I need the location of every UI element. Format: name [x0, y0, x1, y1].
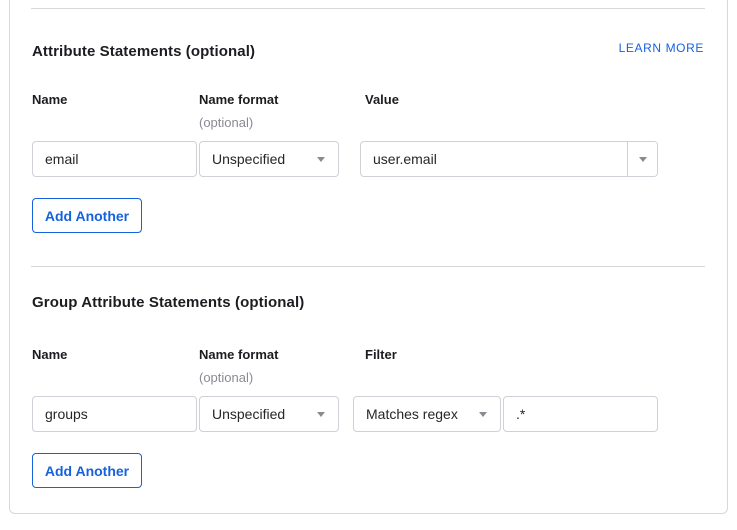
group-attribute-statements-title: Group Attribute Statements (optional): [32, 294, 304, 311]
column-header-name: Name: [32, 92, 67, 107]
learn-more-link[interactable]: LEARN MORE: [598, 41, 704, 55]
group-filter-type-selected-value: Matches regex: [366, 406, 458, 422]
chevron-down-icon: [317, 157, 325, 162]
group-attribute-name-input[interactable]: [32, 396, 197, 432]
attribute-name-input[interactable]: [32, 141, 197, 177]
attribute-value-combobox: [360, 141, 658, 177]
chevron-down-icon: [639, 157, 647, 162]
name-format-optional-note: (optional): [199, 115, 253, 130]
attribute-name-format-selected-value: Unspecified: [212, 151, 285, 167]
section-divider-top: [31, 8, 705, 9]
group-column-header-name: Name: [32, 347, 67, 362]
group-filter-type-select[interactable]: Matches regex: [353, 396, 501, 432]
group-attribute-name-format-selected-value: Unspecified: [212, 406, 285, 422]
group-attribute-name-format-select[interactable]: Unspecified: [199, 396, 339, 432]
add-another-group-attribute-button[interactable]: Add Another: [32, 453, 142, 488]
chevron-down-icon: [479, 412, 487, 417]
attribute-name-format-select[interactable]: Unspecified: [199, 141, 339, 177]
settings-card: [9, 0, 728, 514]
column-header-name-format: Name format: [199, 92, 278, 107]
attribute-value-dropdown-button[interactable]: [627, 142, 657, 176]
attribute-value-input[interactable]: [361, 142, 627, 176]
column-header-value: Value: [365, 92, 399, 107]
saml-settings-panel: Attribute Statements (optional) LEARN MO…: [0, 0, 737, 530]
attribute-statements-title: Attribute Statements (optional): [32, 43, 255, 60]
add-another-attribute-button[interactable]: Add Another: [32, 198, 142, 233]
group-column-header-name-format: Name format: [199, 347, 278, 362]
chevron-down-icon: [317, 412, 325, 417]
group-column-header-filter: Filter: [365, 347, 397, 362]
section-divider-middle: [31, 266, 705, 267]
group-name-format-optional-note: (optional): [199, 370, 253, 385]
group-filter-value-input[interactable]: [503, 396, 658, 432]
